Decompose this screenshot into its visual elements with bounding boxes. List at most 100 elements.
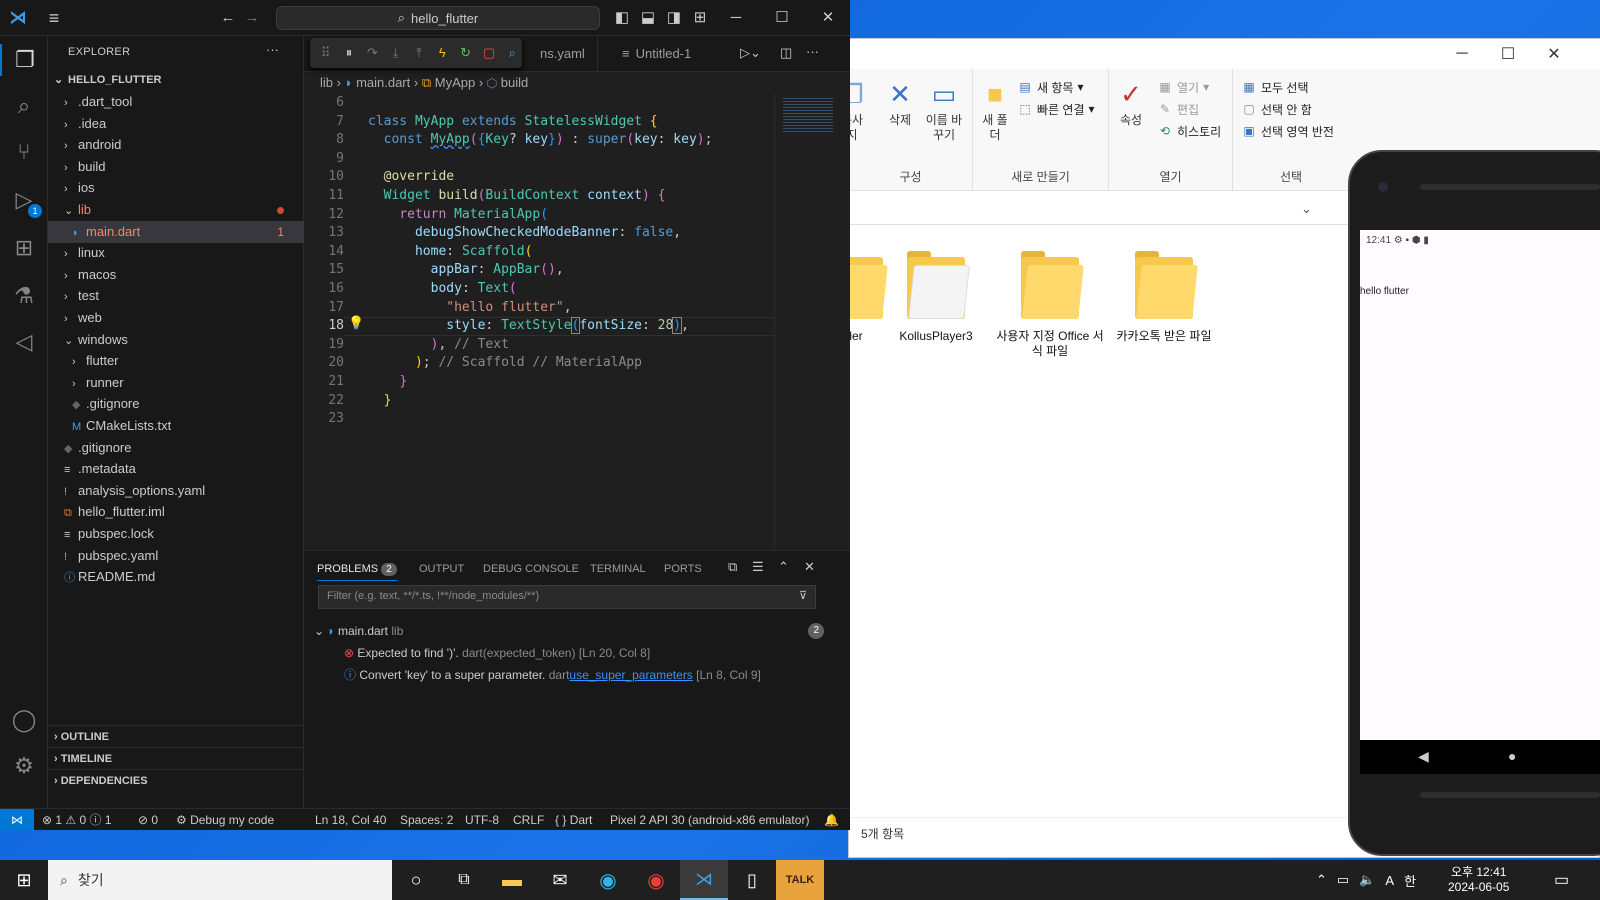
filter-icon[interactable]: ⊽	[799, 589, 807, 602]
section-outline[interactable]: › OUTLINE	[48, 725, 304, 747]
tree-folder[interactable]: › build	[48, 156, 304, 178]
history-button[interactable]: ⟲ 히스토리	[1157, 121, 1221, 141]
close-panel-icon[interactable]: ✕	[804, 559, 815, 575]
select-all-button[interactable]: ▦ 모두 선택	[1241, 77, 1308, 97]
folder-item[interactable]: KollusPlayer3	[881, 249, 991, 344]
taskbar-search[interactable]: ⌕ 찾기	[48, 860, 392, 900]
section-dependencies[interactable]: › DEPENDENCIES	[48, 769, 304, 791]
tab-untitled[interactable]: ≡ Untitled-1	[606, 36, 707, 72]
tree-file[interactable]: M CMakeLists.txt	[48, 415, 304, 437]
toggle-panel-icon[interactable]: ⬓	[636, 6, 660, 30]
search-icon[interactable]: ⌕	[8, 90, 40, 122]
back-icon[interactable]: ◀	[1418, 748, 1429, 765]
maximize-button[interactable]: ☐	[1485, 39, 1531, 69]
pause-icon[interactable]: ⏸	[339, 42, 358, 64]
tree-folder[interactable]: ⌄ windows	[48, 329, 304, 351]
tab-terminal[interactable]: TERMINAL	[590, 563, 646, 575]
notifications-icon[interactable]: 🔔	[824, 809, 839, 831]
tab-yaml[interactable]: ns.yaml	[528, 36, 598, 72]
chrome-icon[interactable]: ◉	[632, 860, 680, 900]
volume-icon[interactable]: 🔈	[1359, 872, 1375, 888]
properties-button[interactable]: ✓ 속성	[1111, 79, 1151, 128]
minimap[interactable]	[774, 94, 850, 550]
source-control-icon[interactable]: ⑂	[8, 136, 40, 168]
tree-folder[interactable]: › .idea	[48, 113, 304, 135]
tree-file[interactable]: ◆ .gitignore	[48, 393, 304, 415]
kakaotalk-icon[interactable]: TALK	[776, 860, 824, 900]
cursor-position[interactable]: Ln 18, Col 40	[315, 809, 386, 831]
problem-item[interactable]: ⊗ Expected to find ')'. dart(expected_to…	[344, 643, 824, 663]
code-editor[interactable]: 6 7 8 9 10 11 12 13 14 15 16 17 18 19 20 21 22 23 💡 class…	[304, 94, 774, 550]
explorer-icon[interactable]: ❐	[0, 44, 48, 76]
ime-mode[interactable]: A	[1385, 873, 1394, 888]
extensions-icon[interactable]: ⊞	[8, 232, 40, 264]
tree-folder[interactable]: › web	[48, 307, 304, 329]
tab-debug-console[interactable]: DEBUG CONSOLE	[483, 563, 579, 575]
problem-file-row[interactable]: ⌄ ◗ main.dart lib 2	[314, 621, 834, 641]
new-item-button[interactable]: ▤ 새 항목 ▾	[1017, 77, 1083, 97]
gear-icon[interactable]: ⚙	[8, 750, 40, 782]
project-root[interactable]: ⌄ HELLO_FLUTTER	[48, 69, 304, 91]
split-editor-icon[interactable]: ◫	[780, 45, 792, 61]
rename-button[interactable]: ▭ 이름 바꾸기	[921, 79, 967, 143]
more-actions-icon[interactable]: ···	[266, 42, 279, 57]
tree-folder[interactable]: ⌄ lib	[48, 199, 304, 221]
hot-reload-icon[interactable]: ϟ	[433, 42, 452, 64]
chevron-down-icon[interactable]: ⌄	[1301, 201, 1312, 217]
tree-file[interactable]: ⧉ hello_flutter.iml	[48, 501, 304, 523]
editor-area[interactable]: ⠿ ⏸ ↷ ⤓ ⤒ ϟ ↻ ▢ ⌕ ns.yaml ≡ Untitled-1 ▷⌄…	[304, 36, 850, 550]
file-explorer-icon[interactable]: ▬	[488, 860, 536, 900]
menu-icon[interactable]: ≡	[42, 6, 66, 30]
view-as-list-icon[interactable]: ☰	[752, 559, 764, 575]
tree-folder[interactable]: › ios	[48, 177, 304, 199]
clock[interactable]: 오후 12:41 2024-06-05	[1448, 860, 1509, 900]
forward-arrow-icon[interactable]: →	[240, 6, 264, 30]
tree-file[interactable]: ⓘ README.md	[48, 566, 304, 588]
indentation[interactable]: Spaces: 2	[400, 809, 453, 831]
cortana-icon[interactable]: ○	[392, 860, 440, 900]
maximize-panel-icon[interactable]: ⌃	[778, 559, 789, 575]
remote-icon[interactable]: ⋈	[0, 809, 34, 831]
network-icon[interactable]: ▭	[1337, 872, 1349, 888]
drag-handle-icon[interactable]: ⠿	[316, 42, 335, 64]
inspect-icon[interactable]: ⌕	[503, 42, 522, 64]
invert-selection-button[interactable]: ▣ 선택 영역 반전	[1241, 121, 1334, 141]
task-view-icon[interactable]: ⧉	[440, 860, 488, 900]
ports-status[interactable]: ⊘ 0	[138, 809, 158, 831]
close-button[interactable]: ✕	[1531, 39, 1577, 69]
close-button[interactable]: ✕	[816, 6, 840, 30]
device-selector[interactable]: Pixel 2 API 30 (android-x86 emulator)	[610, 809, 809, 831]
step-out-icon[interactable]: ⤒	[409, 42, 428, 64]
lightbulb-icon[interactable]: 💡	[348, 316, 364, 331]
step-over-icon[interactable]: ↷	[363, 42, 382, 64]
encoding[interactable]: UTF-8	[465, 809, 499, 831]
tree-file[interactable]: ≡ pubspec.lock	[48, 523, 304, 545]
restart-icon[interactable]: ↻	[456, 42, 475, 64]
back-arrow-icon[interactable]: ←	[216, 6, 240, 30]
testing-icon[interactable]: ⚗	[8, 280, 40, 312]
breadcrumb-item[interactable]: lib	[320, 75, 333, 90]
folder-item[interactable]: 카카오톡 받은 파일	[1109, 249, 1219, 344]
chevron-up-icon[interactable]: ⌃	[1316, 872, 1327, 888]
minimize-button[interactable]: ─	[1439, 39, 1485, 69]
tree-file[interactable]: ◗ main.dart 1	[48, 220, 304, 243]
run-icon[interactable]: ▷⌄	[740, 45, 761, 61]
breadcrumb-item[interactable]: main.dart	[356, 75, 410, 90]
run-debug-icon[interactable]: ▷ 1	[8, 184, 42, 218]
minimize-button[interactable]: ─	[724, 6, 748, 30]
vscode-taskbar-icon[interactable]: ⋊	[680, 860, 728, 900]
start-button[interactable]: ⊞	[0, 860, 48, 900]
tab-problems[interactable]: PROBLEMS 2	[317, 563, 397, 581]
tree-folder[interactable]: › test	[48, 285, 304, 307]
ime-lang[interactable]: 한	[1404, 871, 1416, 890]
line-endings[interactable]: CRLF	[513, 809, 544, 831]
tree-file[interactable]: ≡ .metadata	[48, 458, 304, 480]
tree-file[interactable]: ! pubspec.yaml	[48, 545, 304, 567]
mail-icon[interactable]: ✉	[536, 860, 584, 900]
more-actions-icon[interactable]: ···	[806, 44, 819, 59]
tree-file[interactable]: ◆ .gitignore	[48, 437, 304, 459]
account-icon[interactable]: ◯	[8, 704, 40, 736]
rule-link[interactable]: use_super_parameters	[569, 668, 692, 682]
language-mode[interactable]: { } Dart	[555, 809, 592, 831]
tab-output[interactable]: OUTPUT	[419, 563, 464, 575]
